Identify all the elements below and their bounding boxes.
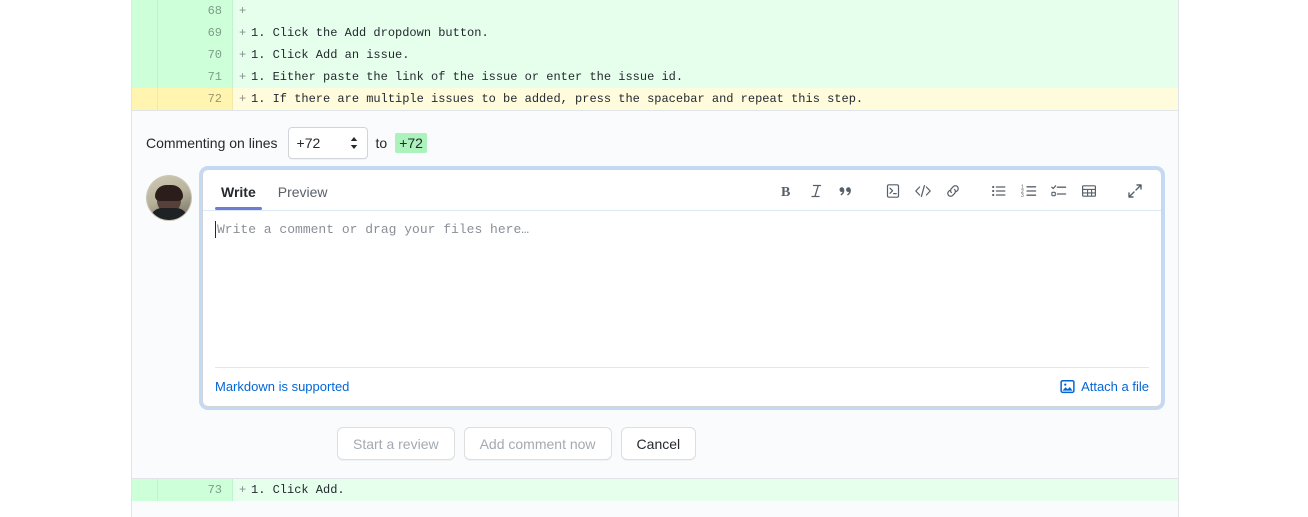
inline-comment-form: Commenting on lines +72 to +72 Write Pre… <box>132 111 1178 478</box>
text-caret <box>215 221 216 238</box>
attach-file-button[interactable]: Attach a file <box>1060 379 1149 394</box>
diff-marker: + <box>239 26 247 40</box>
diff-gutter-blank[interactable] <box>132 44 158 66</box>
link-icon[interactable] <box>939 178 967 204</box>
end-line-badge: +72 <box>395 133 427 153</box>
diff-code-cell[interactable]: +1. If there are multiple issues to be a… <box>233 88 1179 110</box>
attach-file-label: Attach a file <box>1081 379 1149 394</box>
svg-text:B: B <box>781 185 790 199</box>
comment-box: Write Preview B 1 2 3 Write a comment or… <box>202 169 1162 407</box>
unordered-list-icon[interactable] <box>985 178 1013 204</box>
start-line-value: +72 <box>296 135 321 151</box>
avatar-body <box>150 208 188 220</box>
ordered-list-icon[interactable]: 1 2 3 <box>1015 178 1043 204</box>
bold-icon[interactable]: B <box>773 178 801 204</box>
italic-icon[interactable] <box>803 178 831 204</box>
start-review-button[interactable]: Start a review <box>337 427 455 460</box>
diff-marker: + <box>239 70 247 84</box>
diff-code-text: 1. Click the Add dropdown button. <box>251 26 489 40</box>
table-row[interactable]: 70 +1. Click Add an issue. <box>132 44 1178 66</box>
commenting-on-label: Commenting on lines <box>146 135 278 151</box>
comment-placeholder: Write a comment or drag your files here… <box>217 222 530 237</box>
image-icon <box>1060 379 1081 394</box>
table-row[interactable]: 68 + <box>132 0 1178 22</box>
diff-gutter-blank[interactable] <box>132 22 158 44</box>
diff-code-text: 1. Click Add an issue. <box>251 48 410 62</box>
comment-box-footer: Markdown is supported Attach a file <box>203 368 1161 406</box>
diff-code-cell[interactable]: + <box>233 0 1179 22</box>
heading-script-icon[interactable] <box>879 178 907 204</box>
diff-code-cell[interactable]: +1. Click the Add dropdown button. <box>233 22 1179 44</box>
diff-gutter-blank[interactable] <box>132 479 158 501</box>
to-label: to <box>375 135 388 151</box>
comment-actions: Start a review Add comment now Cancel <box>132 407 1178 478</box>
diff-marker: + <box>239 483 247 497</box>
diff-body-trailing: 73 +1. Click Add. <box>132 479 1178 501</box>
table-row[interactable]: 73 +1. Click Add. <box>132 479 1178 501</box>
editor-tabs: Write Preview <box>215 178 344 210</box>
diff-line-number[interactable]: 71 <box>157 66 233 88</box>
svg-text:3: 3 <box>1021 193 1024 199</box>
comment-editor-row: Write Preview B 1 2 3 Write a comment or… <box>132 169 1178 407</box>
diff-line-number[interactable]: 69 <box>157 22 233 44</box>
diff-code-cell[interactable]: +1. Either paste the link of the issue o… <box>233 66 1179 88</box>
diff-marker: + <box>239 92 247 106</box>
commenting-on-row: Commenting on lines +72 to +72 <box>132 111 1178 169</box>
diff-code-text: 1. If there are multiple issues to be ad… <box>251 92 864 106</box>
cancel-button[interactable]: Cancel <box>620 427 697 460</box>
add-comment-now-button[interactable]: Add comment now <box>463 427 612 460</box>
diff-gutter-blank[interactable] <box>132 66 158 88</box>
diff-container: 68 + 69 +1. Click the Add dropdown butto… <box>131 0 1179 517</box>
diff-table-trailing: 73 +1. Click Add. <box>132 479 1178 501</box>
diff-marker: + <box>239 48 247 62</box>
code-icon[interactable] <box>909 178 937 204</box>
table-row-selected[interactable]: 72 +1. If there are multiple issues to b… <box>132 88 1178 110</box>
start-line-select[interactable]: +72 <box>287 127 368 159</box>
page-root: 68 + 69 +1. Click the Add dropdown butto… <box>0 0 1308 517</box>
markdown-supported-link[interactable]: Markdown is supported <box>215 379 349 394</box>
diff-gutter-blank[interactable] <box>132 0 158 22</box>
diff-body: 68 + 69 +1. Click the Add dropdown butto… <box>132 0 1178 110</box>
avatar[interactable] <box>146 175 192 221</box>
quote-icon[interactable] <box>833 178 861 204</box>
comment-box-header: Write Preview B 1 2 3 <box>203 170 1161 211</box>
diff-code-text: 1. Click Add. <box>251 483 345 497</box>
avatar-hair <box>155 184 183 201</box>
diff-line-number[interactable]: 72 <box>157 88 233 110</box>
diff-gutter-blank[interactable] <box>132 88 158 110</box>
table-row[interactable]: 69 +1. Click the Add dropdown button. <box>132 22 1178 44</box>
diff-line-number[interactable]: 73 <box>157 479 233 501</box>
diff-marker: + <box>239 4 247 18</box>
markdown-toolbar: B 1 2 3 <box>771 178 1149 210</box>
table-icon[interactable] <box>1075 178 1103 204</box>
diff-code-cell[interactable]: +1. Click Add an issue. <box>233 44 1179 66</box>
chevron-updown-icon <box>349 136 359 150</box>
textarea-placeholder-wrap: Write a comment or drag your files here… <box>215 221 1149 239</box>
diff-table: 68 + 69 +1. Click the Add dropdown butto… <box>132 0 1178 110</box>
diff-line-number[interactable]: 70 <box>157 44 233 66</box>
diff-code-cell[interactable]: +1. Click Add. <box>233 479 1179 501</box>
table-row[interactable]: 71 +1. Either paste the link of the issu… <box>132 66 1178 88</box>
tab-write[interactable]: Write <box>215 178 262 210</box>
task-list-icon[interactable] <box>1045 178 1073 204</box>
diff-line-number[interactable]: 68 <box>157 0 233 22</box>
tab-preview[interactable]: Preview <box>272 178 334 209</box>
comment-textarea[interactable]: Write a comment or drag your files here… <box>203 211 1161 349</box>
diff-code-text: 1. Either paste the link of the issue or… <box>251 70 684 84</box>
fullscreen-icon[interactable] <box>1121 178 1149 204</box>
